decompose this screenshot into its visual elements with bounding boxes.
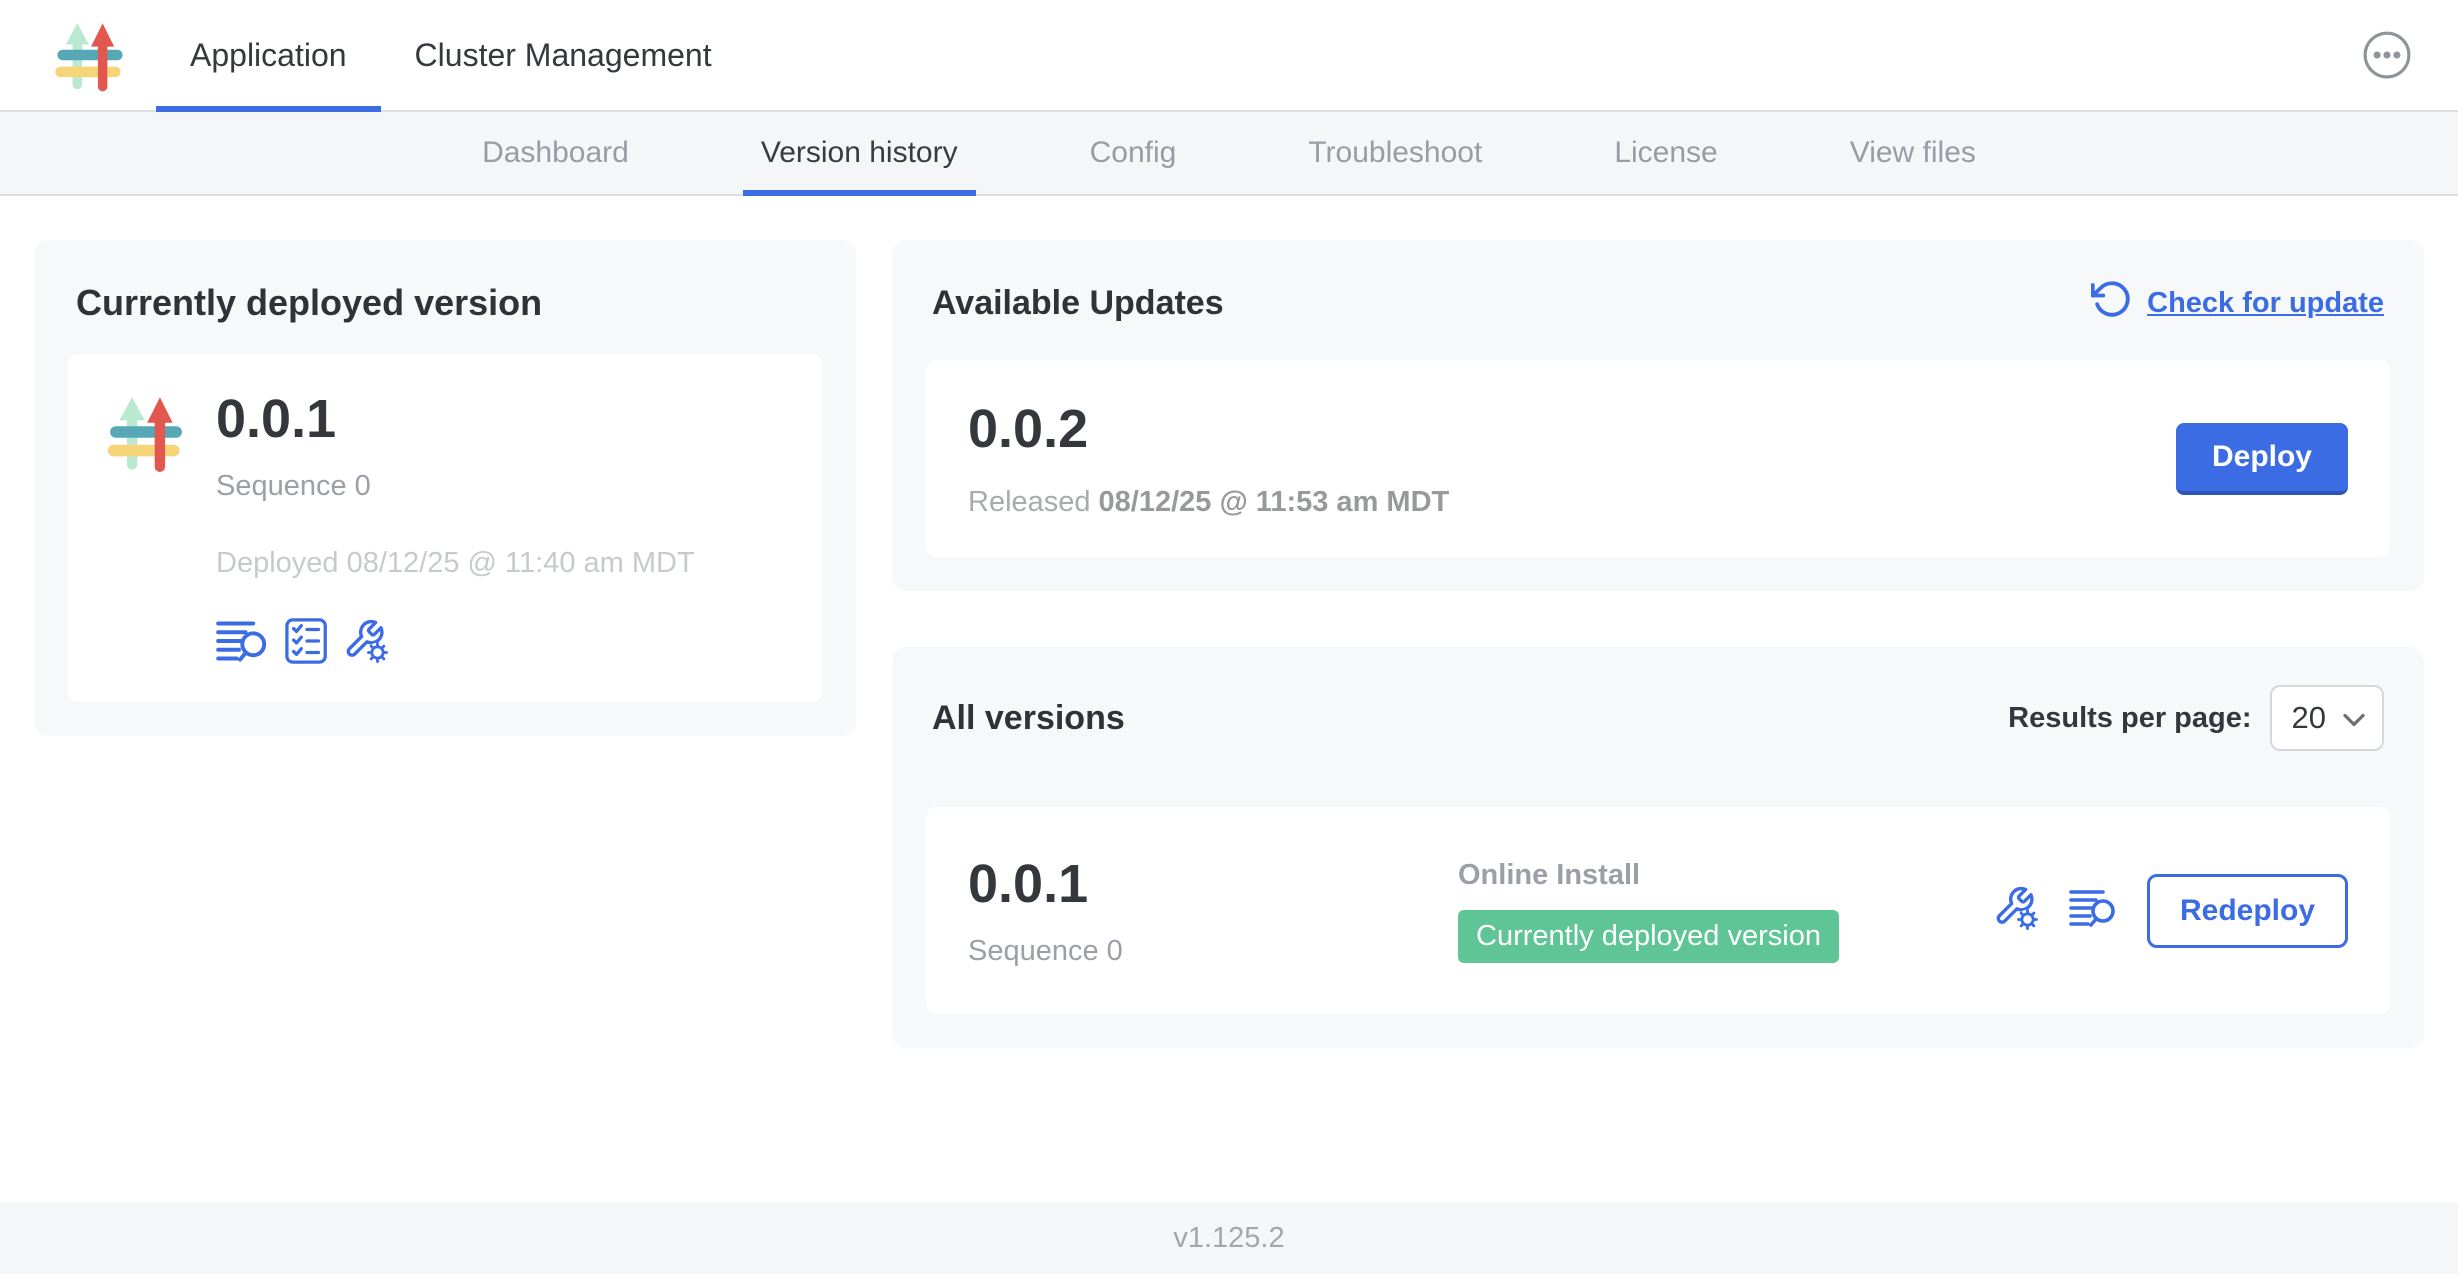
released-date: 08/12/25 @ 11:53 am MDT: [1099, 486, 1450, 518]
overflow-menu-button[interactable]: [2362, 30, 2412, 80]
subnav-tab-troubleshoot[interactable]: Troubleshoot: [1290, 112, 1500, 194]
install-type-label: Online Install: [1458, 859, 1839, 892]
admin-console: Application Cluster Management Dashboard…: [0, 0, 2458, 1274]
update-released-line: Released08/12/25 @ 11:53 am MDT: [968, 486, 1449, 519]
available-updates-header: Available Updates Check for update: [926, 274, 2390, 328]
currently-deployed-badge: Currently deployed version: [1458, 910, 1839, 963]
logs-icon[interactable]: [2069, 887, 2117, 934]
console-version: v1.125.2: [1173, 1222, 1284, 1255]
deploy-button[interactable]: Deploy: [2176, 423, 2348, 495]
subnav-tab-view-files-label: View files: [1850, 136, 1976, 170]
app-logo-icon: [50, 0, 130, 110]
deployed-version-actions: [216, 618, 695, 664]
refresh-icon: [2091, 278, 2133, 328]
all-versions-header: All versions Results per page: 20: [926, 681, 2390, 751]
results-per-page: Results per page: 20: [2008, 685, 2384, 751]
logs-icon[interactable]: [216, 618, 269, 664]
config-wrench-icon[interactable]: [1993, 885, 2039, 936]
tab-application-label: Application: [190, 37, 347, 74]
deployed-sequence: Sequence 0: [216, 470, 695, 503]
deployed-timestamp: Deployed 08/12/25 @ 11:40 am MDT: [216, 547, 695, 580]
check-for-update-link[interactable]: Check for update: [2091, 278, 2384, 328]
results-per-page-select[interactable]: 20: [2270, 685, 2384, 751]
all-versions-card: All versions Results per page: 20 0.0.: [892, 647, 2424, 1048]
redeploy-button[interactable]: Redeploy: [2147, 874, 2348, 948]
tab-application[interactable]: Application: [156, 0, 381, 110]
app-footer: v1.125.2: [0, 1202, 2458, 1274]
released-label: Released: [968, 486, 1091, 518]
deployed-version-number: 0.0.1: [216, 388, 695, 450]
subnav-tab-dashboard-label: Dashboard: [482, 136, 629, 170]
subnav-tab-view-files[interactable]: View files: [1832, 112, 1994, 194]
update-details: 0.0.2 Released08/12/25 @ 11:53 am MDT: [968, 398, 1449, 519]
deployed-version-details: 0.0.1 Sequence 0 Deployed 08/12/25 @ 11:…: [216, 388, 695, 664]
subnav-tab-license[interactable]: License: [1596, 112, 1735, 194]
row-sequence: Sequence 0: [968, 935, 1458, 968]
all-versions-title: All versions: [932, 699, 1125, 738]
ellipsis-icon: [2362, 67, 2412, 84]
app-header: Application Cluster Management: [0, 0, 2458, 112]
subnav-tab-license-label: License: [1614, 136, 1717, 170]
subnav-tab-config-label: Config: [1090, 136, 1177, 170]
subnav-tab-dashboard[interactable]: Dashboard: [464, 112, 647, 194]
app-subnav: Dashboard Version history Config Trouble…: [0, 112, 2458, 196]
subnav-tab-config[interactable]: Config: [1072, 112, 1195, 194]
tab-cluster-management-label: Cluster Management: [415, 37, 712, 74]
available-updates-title: Available Updates: [932, 284, 1224, 323]
currently-deployed-title: Currently deployed version: [76, 282, 822, 324]
app-logo-icon: [102, 388, 190, 476]
version-row-version: 0.0.1 Sequence 0: [968, 853, 1458, 968]
preflight-checklist-icon[interactable]: [285, 618, 327, 664]
check-for-update-label: Check for update: [2147, 287, 2384, 320]
config-wrench-icon[interactable]: [343, 618, 389, 664]
tab-cluster-management[interactable]: Cluster Management: [381, 0, 746, 110]
available-updates-card: Available Updates Check for update: [892, 240, 2424, 591]
currently-deployed-card: Currently deployed version 0.0.1 Sequenc…: [34, 240, 856, 736]
results-per-page-label: Results per page:: [2008, 702, 2251, 735]
main-content: Currently deployed version 0.0.1 Sequenc…: [0, 196, 2458, 1202]
version-row-status: Online Install Currently deployed versio…: [1458, 859, 1839, 963]
subnav-tab-version-history[interactable]: Version history: [743, 112, 976, 194]
currently-deployed-version-panel: 0.0.1 Sequence 0 Deployed 08/12/25 @ 11:…: [68, 354, 822, 702]
version-row: 0.0.1 Sequence 0 Online Install Currentl…: [926, 807, 2390, 1014]
version-row-actions: Redeploy: [1993, 874, 2348, 948]
subnav-tab-version-history-label: Version history: [761, 136, 958, 170]
results-per-page-value: 20: [2292, 700, 2326, 736]
available-update-row: 0.0.2 Released08/12/25 @ 11:53 am MDT De…: [926, 360, 2390, 557]
chevron-down-icon: [2342, 700, 2366, 736]
update-version-number: 0.0.2: [968, 398, 1449, 460]
header-tabs: Application Cluster Management: [156, 0, 746, 110]
subnav-tab-troubleshoot-label: Troubleshoot: [1308, 136, 1482, 170]
row-version-number: 0.0.1: [968, 853, 1458, 915]
right-column: Available Updates Check for update: [892, 240, 2424, 1048]
